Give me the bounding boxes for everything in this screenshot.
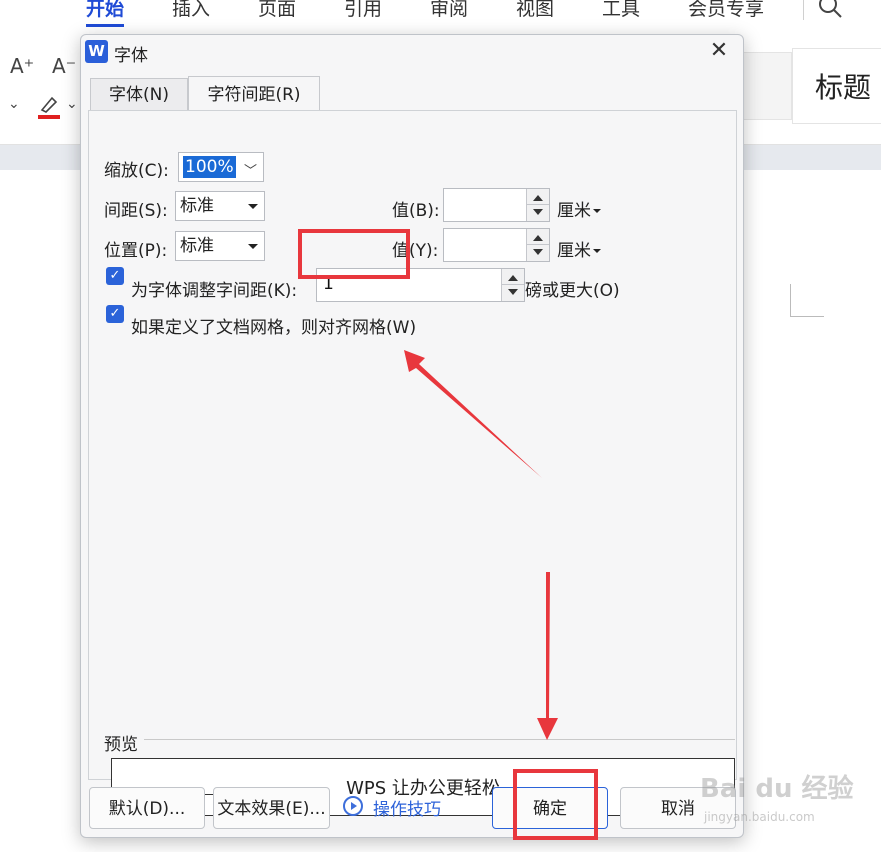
arrow-to-ok: [537, 572, 558, 740]
arrow-to-kerning: [404, 350, 542, 478]
baidu-watermark-url: jingyan.baidu.com: [704, 810, 815, 824]
annotation-arrows: [404, 350, 558, 740]
baidu-watermark: Bai du 经验: [700, 774, 854, 804]
